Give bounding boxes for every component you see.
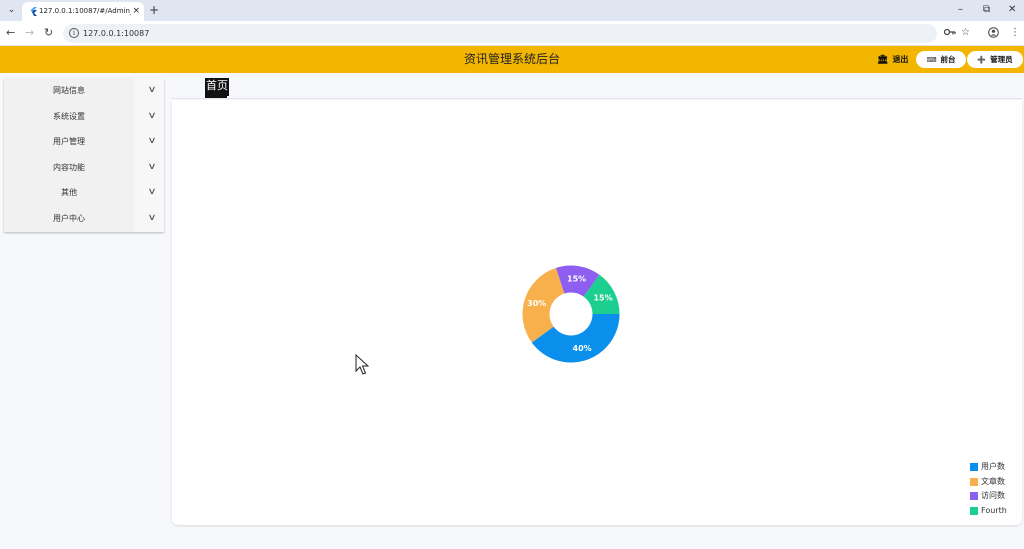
sidebar: 网站信息 ∨ 系统设置 ∨ 用户管理 ∨ 内容功能 ∨ 其他 ∨ 用户中心 ∨ [4,78,164,232]
tab-title: 127.0.0.1:10087/#/Admin_in [39,7,131,15]
chevron-down-icon[interactable]: ∨ [135,161,169,173]
sidebar-item-label: 其他 [61,188,77,198]
chevron-down-icon[interactable]: ∨ [135,84,169,96]
chevron-down-icon[interactable]: ∨ [135,186,169,198]
logout-label: 退出 [892,55,909,64]
chevron-down-icon[interactable]: ∨ [135,212,169,224]
bank-icon: 🏛 [877,55,889,65]
admin-button[interactable]: ➕ 管理员 [967,51,1023,68]
sidebar-item-label: 系统设置 [53,111,85,121]
legend-label: 文章数 [981,476,1005,486]
mouse-cursor-icon [355,354,369,375]
sidebar-item-site-info[interactable]: 网站信息 ∨ [4,78,164,104]
page-tabs-bar: 首页 [172,74,1022,99]
profile-icon[interactable] [988,27,999,38]
logout-button[interactable]: 🏛 退出 [877,53,908,67]
sidebar-item-label: 内容功能 [53,162,85,172]
slice-label-articles: 30% [527,299,546,308]
minimize-icon[interactable]: – [958,4,963,16]
tab-close-icon[interactable]: × [132,5,140,17]
frontend-button[interactable]: ⌨ 前台 [916,51,966,68]
browser-toolbar: ← → ↻ i 127.0.0.1:10087 ☆ ⋮ [0,21,1024,46]
star-icon[interactable]: ☆ [961,26,970,40]
legend-item-articles[interactable]: 文章数 [970,476,1020,491]
legend-label: Fourth [981,505,1007,515]
legend-item-users[interactable]: 用户数 [970,461,1020,476]
keyboard-icon: ⌨ [926,56,937,64]
browser-tab[interactable]: 127.0.0.1:10087/#/Admin_in × [22,2,144,21]
new-tab-icon[interactable]: + [149,3,159,17]
legend-swatch [970,492,978,500]
flutter-favicon-icon [30,7,37,16]
forward-icon[interactable]: → [25,26,34,40]
slice-label-visits: 15% [567,274,586,283]
close-window-icon[interactable]: ✕ [1008,4,1016,16]
legend-swatch [970,506,978,515]
key-icon[interactable] [944,28,956,36]
content-card: 40% 30% 15% 15% 用户数文章数访问数 Fourth [172,100,1022,525]
browser-tabstrip: ⌄ 127.0.0.1:10087/#/Admin_in × + – ⧉ ✕ [0,0,1024,21]
sidebar-item-other[interactable]: 其他 ∨ [4,180,164,206]
donut-chart: 40% 30% 15% 15% [522,265,620,363]
tab-active-indicator [205,96,227,98]
tab-home[interactable]: 首页 [205,78,229,96]
chevron-down-icon[interactable]: ∨ [135,135,169,147]
back-icon[interactable]: ← [6,26,15,40]
sidebar-item-system-settings[interactable]: 系统设置 ∨ [4,103,164,130]
sidebar-item-user-management[interactable]: 用户管理 ∨ [4,129,164,155]
url-text[interactable]: 127.0.0.1:10087 [83,27,149,40]
legend-swatch [970,463,978,471]
app-title: 资讯管理系统后台 [463,52,560,66]
legend-item-fourth[interactable]: Fourth [970,505,1020,520]
sidebar-item-content[interactable]: 内容功能 ∨ [4,154,164,181]
sidebar-item-label: 用户管理 [53,137,85,147]
tab-list-icon[interactable]: ⌄ [4,3,19,18]
admin-label: 管理员 [990,55,1013,64]
legend-label: 访问数 [981,491,1005,500]
legend-item-visits[interactable]: 访问数 [970,490,1020,505]
sidebar-item-label: 用户中心 [53,214,85,223]
info-icon[interactable]: i [69,28,79,38]
legend-label: 用户数 [981,462,1005,471]
legend-swatch [970,477,978,486]
reload-icon[interactable]: ↻ [44,26,53,40]
restore-icon[interactable]: ⧉ [983,4,990,16]
sidebar-item-label: 网站信息 [53,86,85,95]
chevron-down-icon[interactable]: ∨ [135,110,169,122]
sidebar-item-user-center[interactable]: 用户中心 ∨ [4,206,164,232]
slice-label-fourth: 15% [593,294,612,303]
chart-legend: 用户数文章数访问数 Fourth [970,461,1020,519]
menu-icon[interactable]: ⋮ [1010,26,1020,40]
app-header: 资讯管理系统后台 🏛 退出 ⌨ 前台 ➕ 管理员 [0,46,1024,73]
add-person-icon: ➕ [977,56,987,64]
address-bar[interactable]: i 127.0.0.1:10087 [63,24,937,43]
frontend-label: 前台 [940,55,956,64]
slice-label-users: 40% [573,344,592,353]
